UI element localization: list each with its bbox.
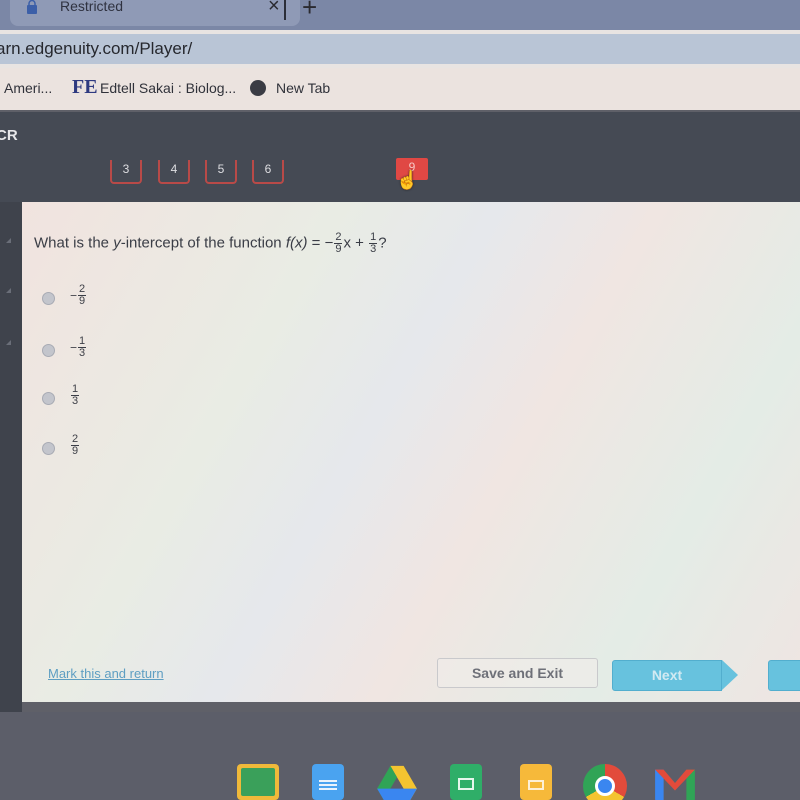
- question-prefix: What is the: [34, 234, 114, 252]
- next-button[interactable]: Next: [612, 660, 722, 691]
- denominator: 9: [72, 445, 79, 457]
- google-drive-icon[interactable]: [374, 764, 420, 800]
- question-text: What is the y-intercept of the function …: [34, 232, 387, 255]
- new-tab-button[interactable]: +: [302, 0, 317, 23]
- left-sidebar: [0, 202, 22, 712]
- fraction: 29: [334, 232, 343, 255]
- option-value: −1 3: [70, 336, 87, 359]
- classroom-board: [241, 768, 275, 796]
- slide-box: [528, 780, 544, 790]
- toolbar: arn.edgenuity.com/Player/: [0, 30, 800, 68]
- bookmark-ameri[interactable]: Ameri...: [4, 80, 52, 96]
- course-abbreviation: CR: [0, 127, 18, 144]
- browser-tab-strip: Restricted × +: [0, 0, 800, 30]
- bookmark-edtell-sakai[interactable]: Edtell Sakai : Biolog...: [100, 80, 236, 96]
- google-slides-icon[interactable]: [520, 764, 552, 800]
- mark-this-and-return-link[interactable]: Mark this and return: [48, 666, 164, 681]
- question-panel: What is the y-intercept of the function …: [22, 202, 800, 702]
- question-middle: -intercept of the function: [120, 234, 286, 252]
- os-shelf: [0, 712, 800, 800]
- fraction: 29: [78, 284, 87, 307]
- option-value: 13: [70, 384, 80, 407]
- question-nav-4[interactable]: 4: [158, 160, 190, 184]
- fe-logo-icon: FE: [72, 76, 98, 98]
- radio-button[interactable]: [42, 292, 55, 305]
- screen: Restricted × + arn.edgenuity.com/Player/…: [0, 0, 800, 800]
- denominator: 3: [72, 395, 79, 407]
- chrome-center: [595, 776, 615, 796]
- gmail-icon[interactable]: [652, 764, 698, 800]
- globe-icon: [250, 80, 266, 96]
- google-docs-icon[interactable]: [312, 764, 344, 800]
- question-suffix: ?: [378, 234, 387, 252]
- question-x-plus: x +: [343, 234, 369, 252]
- sidebar-marker-icon: [6, 238, 11, 243]
- next-arrow-icon[interactable]: [722, 660, 738, 690]
- lock-icon: [27, 0, 37, 14]
- hand-cursor-icon: ☝: [396, 170, 419, 190]
- fraction: 13: [78, 336, 87, 359]
- google-classroom-icon[interactable]: [237, 764, 279, 800]
- radio-button[interactable]: [42, 442, 55, 455]
- denominator: 3: [370, 243, 377, 255]
- option-value: −2 9: [70, 284, 87, 307]
- bookmark-new-tab[interactable]: New Tab: [276, 80, 330, 96]
- fraction: 13: [71, 384, 80, 407]
- radio-button[interactable]: [42, 344, 55, 357]
- question-equals: = −: [307, 234, 334, 252]
- sidebar-marker-icon: [6, 288, 11, 293]
- sheet-grid: [458, 778, 474, 790]
- question-nav-6[interactable]: 6: [252, 160, 284, 184]
- google-sheets-icon[interactable]: [450, 764, 482, 800]
- address-bar[interactable]: arn.edgenuity.com/Player/: [0, 34, 800, 64]
- close-tab-icon[interactable]: ×: [268, 0, 280, 18]
- question-nav-5[interactable]: 5: [205, 160, 237, 184]
- question-variable: y: [113, 234, 121, 252]
- sign: −: [70, 288, 78, 303]
- denominator: 9: [79, 295, 86, 307]
- submit-button[interactable]: [768, 660, 800, 691]
- bookmarks-bar: Ameri... FE Edtell Sakai : Biolog... New…: [0, 68, 800, 110]
- question-function: f(x): [285, 234, 308, 252]
- tab-title: Restricted: [60, 0, 124, 14]
- save-and-exit-button[interactable]: Save and Exit: [437, 658, 598, 688]
- question-nav-3[interactable]: 3: [110, 160, 142, 184]
- fraction: 29: [71, 434, 80, 457]
- chrome-icon[interactable]: [583, 764, 627, 800]
- doc-lines: [319, 780, 337, 782]
- radio-button[interactable]: [42, 392, 55, 405]
- sidebar-marker-icon: [6, 340, 11, 345]
- url-text: arn.edgenuity.com/Player/: [0, 39, 193, 58]
- tab-separator: [284, 0, 286, 20]
- sign: −: [70, 340, 78, 355]
- browser-tab[interactable]: Restricted ×: [10, 0, 300, 26]
- option-value: 29: [70, 434, 80, 457]
- denominator: 3: [79, 347, 86, 359]
- fraction: 13: [369, 232, 378, 255]
- denominator: 9: [335, 243, 342, 255]
